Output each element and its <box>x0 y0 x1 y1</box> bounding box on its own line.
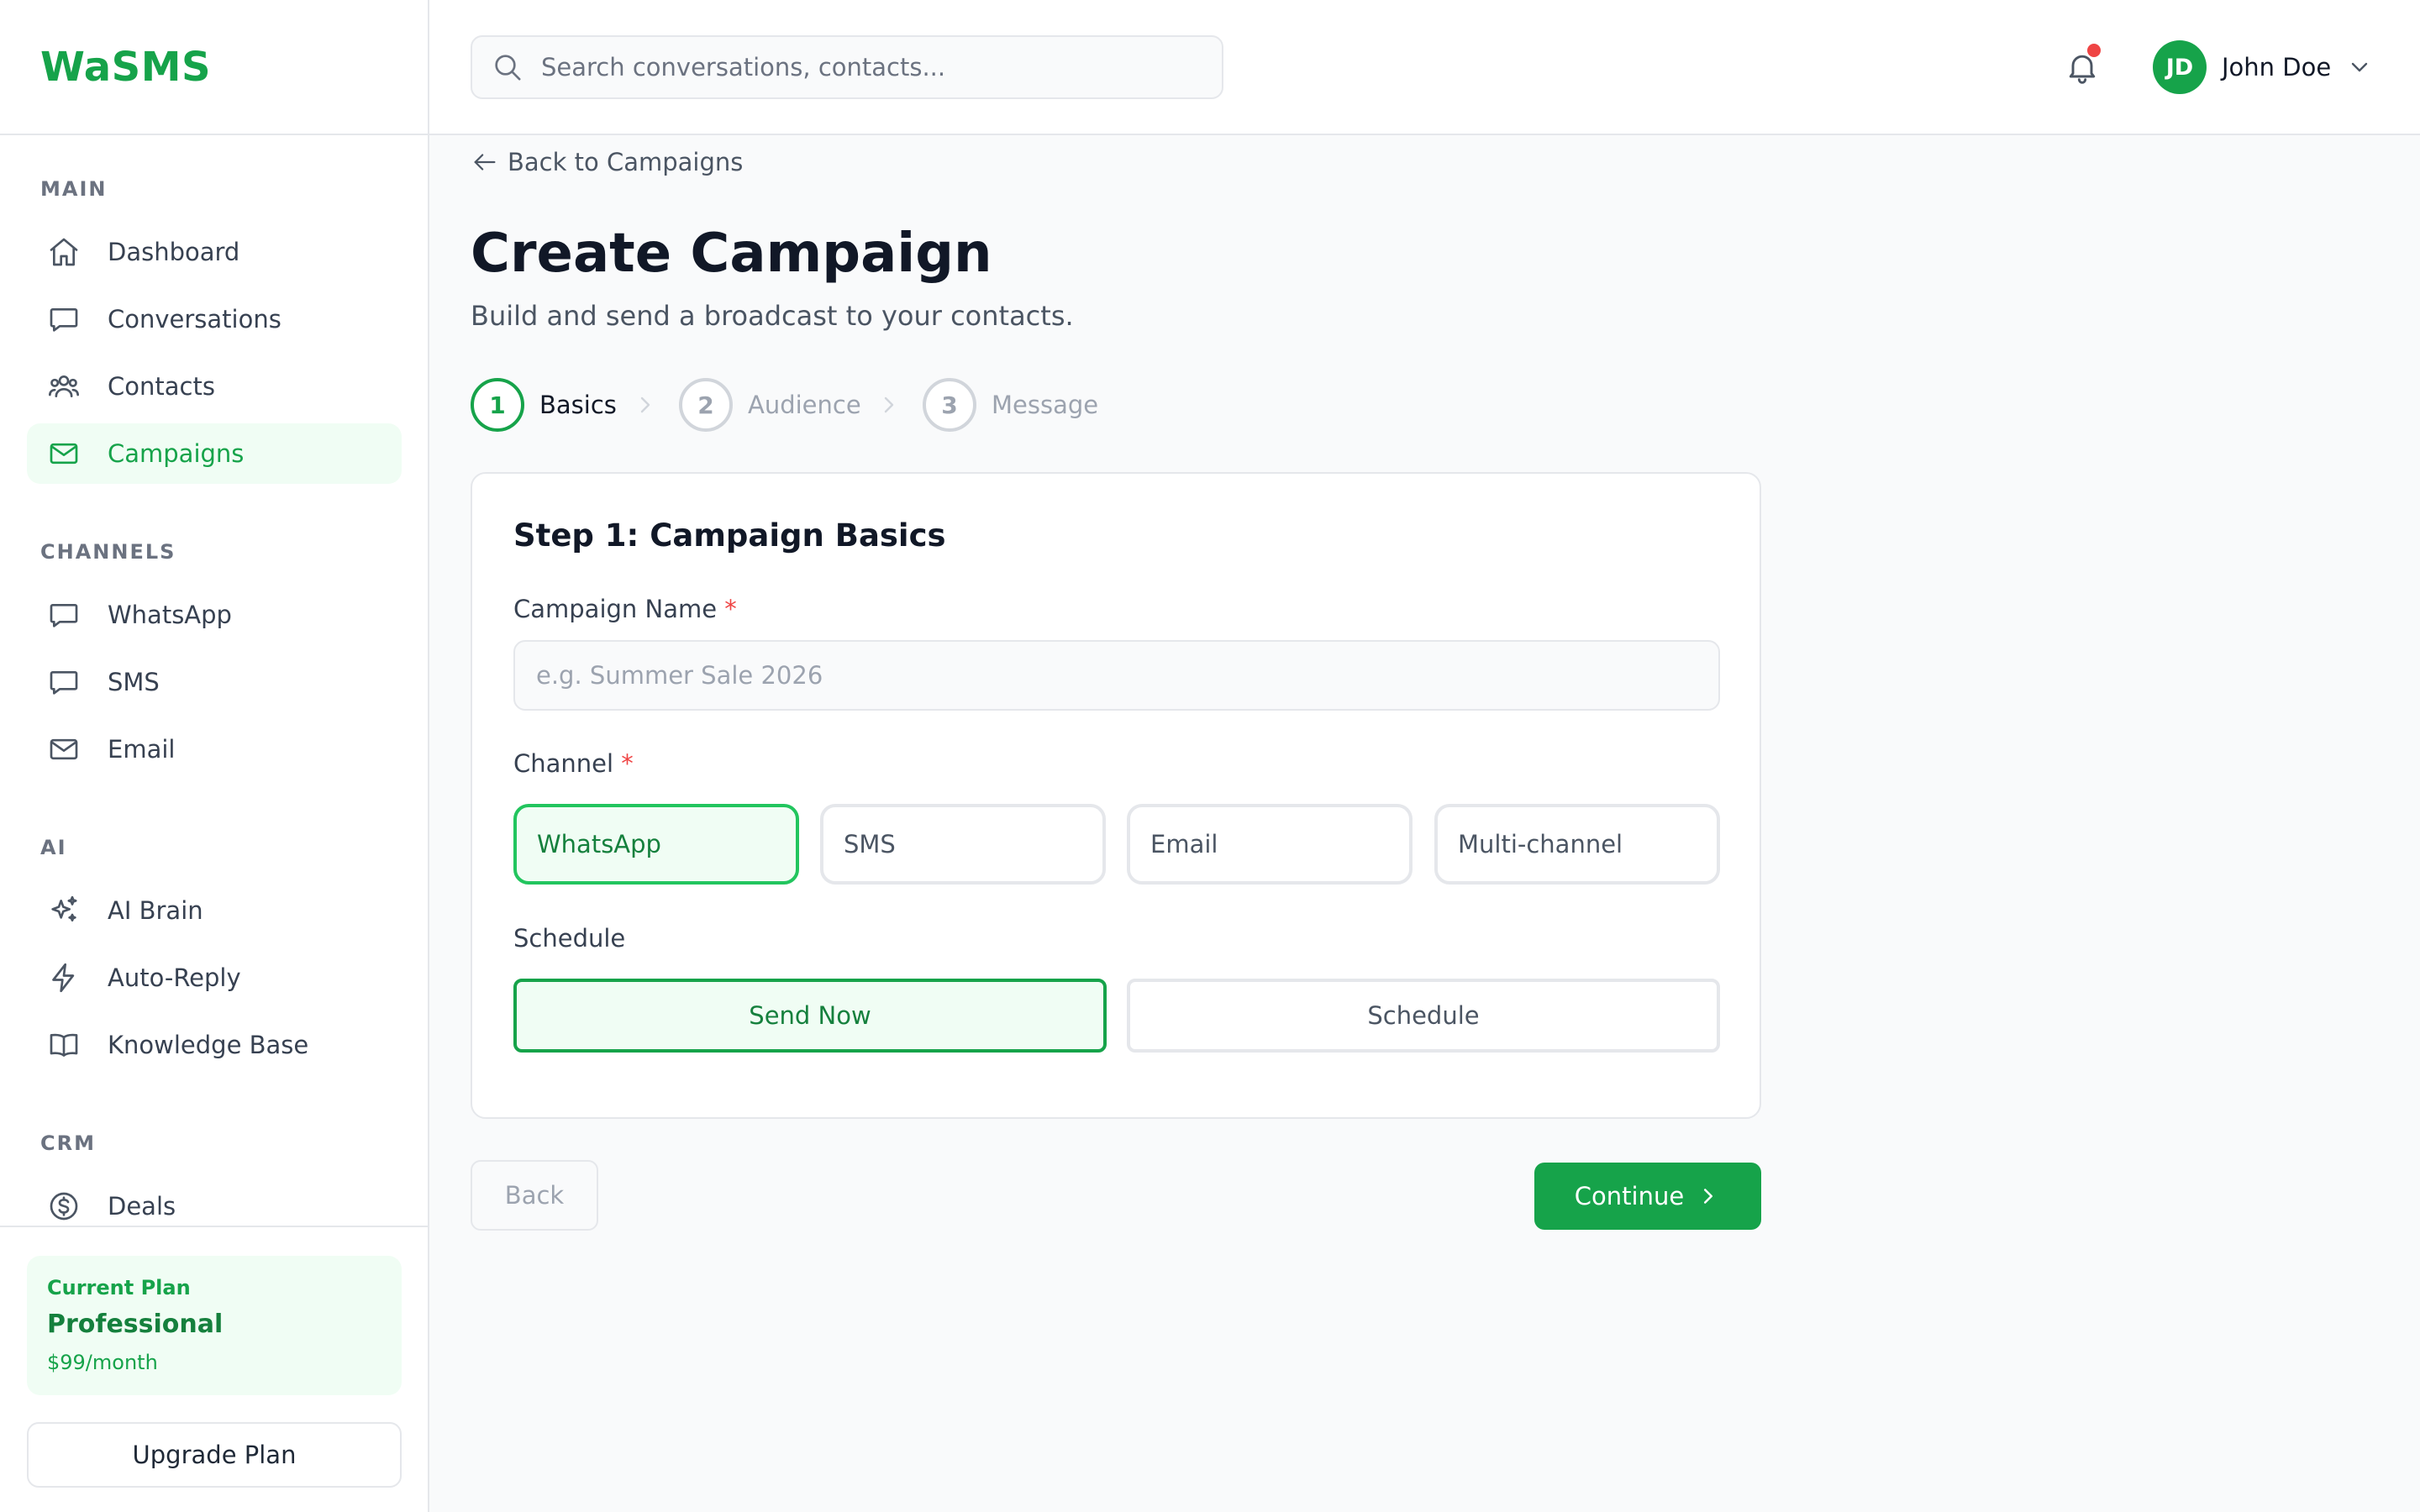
required-mark: * <box>621 749 634 778</box>
sidebar-item-label: SMS <box>108 668 160 696</box>
chevron-down-icon <box>2346 54 2373 81</box>
brand-header: WaSMS <box>0 0 428 135</box>
step-audience[interactable]: 2 Audience <box>679 378 861 432</box>
step-number: 2 <box>679 378 733 432</box>
step-label: Message <box>992 391 1099 419</box>
plan-name: Professional <box>47 1310 224 1339</box>
required-mark: * <box>724 595 737 623</box>
sidebar-item-email[interactable]: Email <box>27 719 402 780</box>
envelope-icon <box>47 732 81 766</box>
sidebar-item-contacts[interactable]: Contacts <box>27 356 402 417</box>
envelope-icon <box>47 437 81 470</box>
lightning-icon <box>47 961 81 995</box>
sidebar-item-label: Auto-Reply <box>108 963 241 992</box>
step-basics[interactable]: 1 Basics <box>471 378 617 432</box>
sidebar-nav: MAIN Dashboard Conversations Contacts Ca… <box>0 135 428 1226</box>
step-label: Audience <box>748 391 861 419</box>
chevron-right-icon <box>876 391 902 418</box>
sidebar-item-label: Deals <box>108 1192 176 1221</box>
user-menu[interactable]: JD John Doe <box>2153 39 2373 95</box>
card-title: Step 1: Campaign Basics <box>513 517 946 554</box>
continue-button[interactable]: Continue <box>1534 1163 1761 1230</box>
section-title-ai: AI <box>40 836 67 859</box>
section-title-channels: CHANNELS <box>40 540 176 564</box>
sparkles-icon <box>47 894 81 927</box>
schedule-label: Schedule <box>513 924 626 953</box>
sidebar-item-label: Knowledge Base <box>108 1031 309 1059</box>
campaign-name-input[interactable] <box>513 640 1720 711</box>
sidebar-item-label: Dashboard <box>108 238 240 266</box>
field-label-text: Channel <box>513 749 614 778</box>
step-message[interactable]: 3 Message <box>923 378 1098 432</box>
search-input[interactable] <box>541 53 1197 81</box>
search-icon <box>491 50 524 84</box>
plan-label: Current Plan <box>47 1276 191 1299</box>
sidebar-item-conversations[interactable]: Conversations <box>27 289 402 349</box>
sidebar-item-sms[interactable]: SMS <box>27 652 402 712</box>
sidebar-item-label: Email <box>108 735 176 764</box>
chevron-right-icon <box>632 391 659 418</box>
sidebar-footer: Current Plan Professional $99/month Upgr… <box>0 1226 428 1512</box>
campaign-name-label: Campaign Name * <box>513 595 737 623</box>
sidebar-item-auto-reply[interactable]: Auto-Reply <box>27 948 402 1008</box>
users-icon <box>47 370 81 403</box>
sidebar-item-whatsapp[interactable]: WhatsApp <box>27 585 402 645</box>
sidebar-item-label: AI Brain <box>108 896 203 925</box>
search-box[interactable] <box>471 35 1223 99</box>
sidebar-item-campaigns[interactable]: Campaigns <box>27 423 402 484</box>
page-title: Create Campaign <box>471 223 992 285</box>
back-link-label: Back to Campaigns <box>508 148 744 176</box>
page-subtitle: Build and send a broadcast to your conta… <box>471 300 1074 332</box>
back-to-campaigns-link[interactable]: Back to Campaigns <box>471 148 743 176</box>
step-number: 1 <box>471 378 524 432</box>
section-title-main: MAIN <box>40 177 108 201</box>
back-button[interactable]: Back <box>471 1160 598 1231</box>
channel-option-multi-channel[interactable]: Multi-channel <box>1434 804 1720 885</box>
plan-price: $99/month <box>47 1351 158 1374</box>
continue-button-label: Continue <box>1574 1182 1685 1210</box>
chat-bubble-icon <box>47 665 81 699</box>
channel-option-whatsapp[interactable]: WhatsApp <box>513 804 799 885</box>
schedule-option-schedule[interactable]: Schedule <box>1127 979 1720 1053</box>
sidebar-item-deals[interactable]: Deals <box>27 1176 402 1226</box>
dollar-circle-icon <box>47 1189 81 1223</box>
sidebar-item-knowledge-base[interactable]: Knowledge Base <box>27 1015 402 1075</box>
user-name: John Doe <box>2222 53 2332 81</box>
channel-label: Channel * <box>513 749 634 778</box>
campaign-basics-card: Step 1: Campaign Basics Campaign Name * … <box>471 472 1761 1119</box>
sidebar-item-label: Contacts <box>108 372 215 401</box>
top-bar: JD John Doe <box>429 0 2420 135</box>
channel-option-email[interactable]: Email <box>1127 804 1413 885</box>
step-label: Basics <box>539 391 617 419</box>
schedule-option-send-now[interactable]: Send Now <box>513 979 1107 1053</box>
book-icon <box>47 1028 81 1062</box>
sidebar-item-label: Conversations <box>108 305 281 333</box>
step-number: 3 <box>923 378 976 432</box>
section-title-crm: CRM <box>40 1131 96 1155</box>
avatar: JD <box>2153 40 2207 94</box>
notification-badge <box>2087 44 2101 57</box>
chat-bubble-icon <box>47 302 81 336</box>
arrow-left-icon <box>471 148 499 176</box>
brand-logo[interactable]: WaSMS <box>40 44 211 91</box>
sidebar: WaSMS MAIN Dashboard Conversations Conta… <box>0 0 429 1512</box>
field-label-text: Campaign Name <box>513 595 718 623</box>
chat-bubble-icon <box>47 598 81 632</box>
sidebar-item-ai-brain[interactable]: AI Brain <box>27 880 402 941</box>
sidebar-item-label: Campaigns <box>108 439 245 468</box>
chevron-right-icon <box>1696 1184 1721 1209</box>
home-icon <box>47 235 81 269</box>
current-plan-card: Current Plan Professional $99/month <box>27 1256 402 1395</box>
channel-option-sms[interactable]: SMS <box>820 804 1106 885</box>
upgrade-plan-button[interactable]: Upgrade Plan <box>27 1422 402 1488</box>
sidebar-item-dashboard[interactable]: Dashboard <box>27 222 402 282</box>
sidebar-item-label: WhatsApp <box>108 601 232 629</box>
wizard-stepper: 1 Basics 2 Audience 3 Message <box>471 378 1227 432</box>
